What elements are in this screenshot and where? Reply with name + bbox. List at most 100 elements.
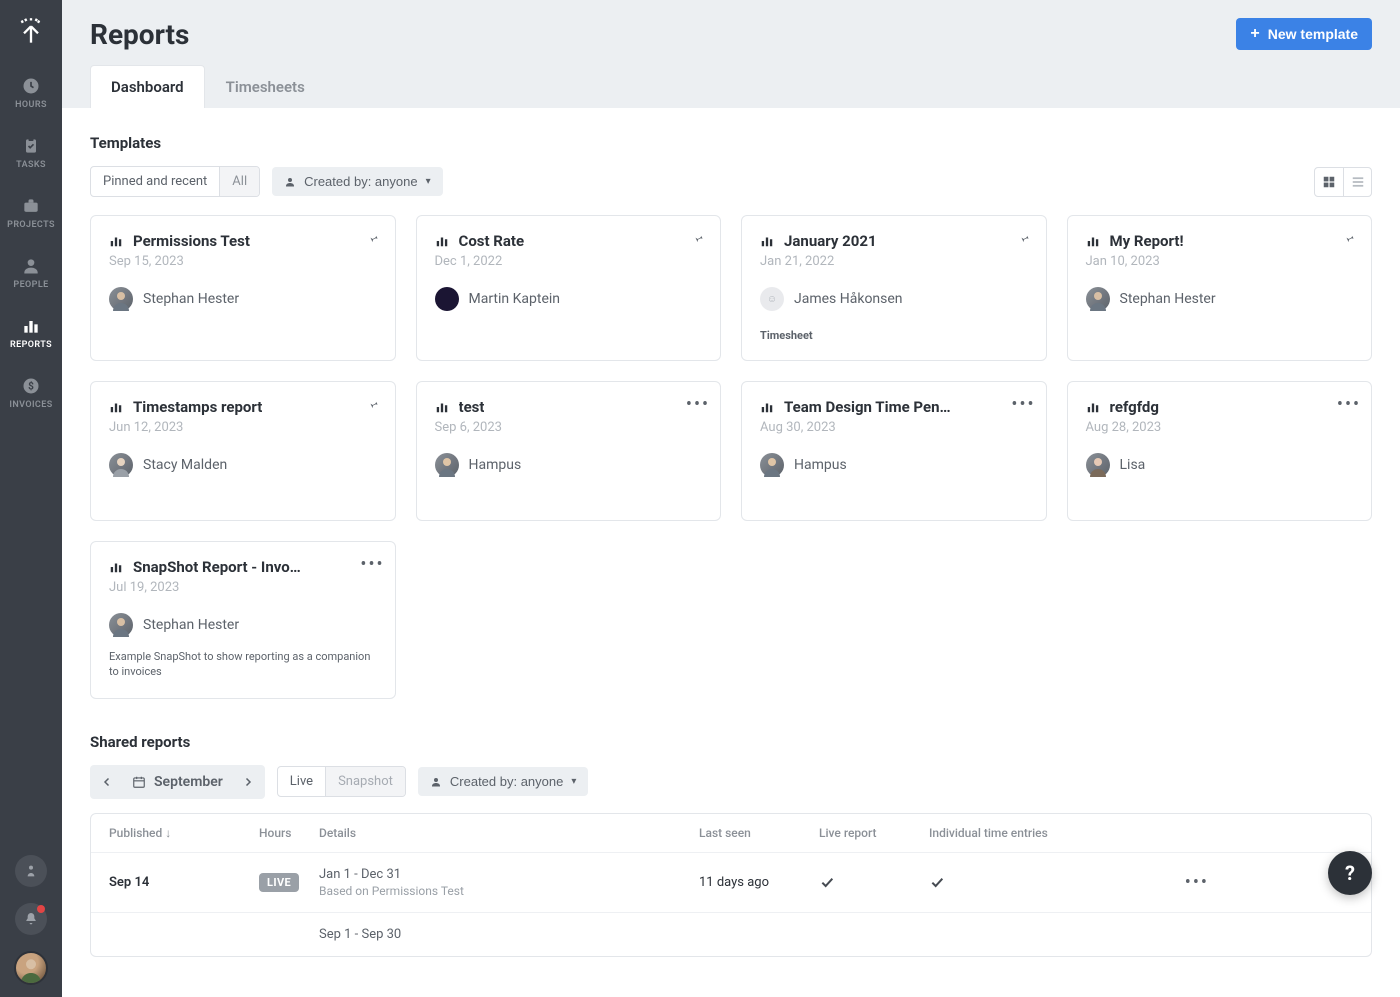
next-period-button[interactable] — [233, 767, 263, 797]
card-title: Team Design Time Pen… — [784, 398, 951, 416]
table-row[interactable]: Sep 14 LIVE Jan 1 - Dec 31 Based on Perm… — [91, 852, 1371, 912]
template-card[interactable]: ••• test Sep 6, 2023 Hampus — [416, 381, 722, 521]
assistant-icon[interactable] — [15, 855, 47, 887]
author-name: Stacy Malden — [143, 457, 227, 473]
sidebar-item-reports[interactable]: REPORTS — [0, 312, 62, 354]
logo[interactable] — [0, 0, 62, 62]
card-date: Sep 6, 2023 — [435, 420, 703, 435]
new-template-label: New template — [1268, 26, 1358, 42]
sidebar-item-label: PEOPLE — [13, 280, 48, 290]
new-template-button[interactable]: + New template — [1236, 18, 1372, 50]
card-description: Example SnapShot to show reporting as a … — [109, 649, 377, 680]
filter-snapshot[interactable]: Snapshot — [325, 767, 405, 796]
card-title: January 2021 — [784, 232, 877, 250]
template-card[interactable]: January 2021 Jan 21, 2022 ☺ James Håkons… — [741, 215, 1047, 361]
period-label[interactable]: September — [122, 774, 233, 790]
created-by-filter[interactable]: Created by: anyone ▾ — [272, 167, 443, 196]
template-card[interactable]: ••• Team Design Time Pen… Aug 30, 2023 H… — [741, 381, 1047, 521]
row-published: Sep 14 — [109, 875, 259, 890]
prev-period-button[interactable] — [92, 767, 122, 797]
col-published[interactable]: Published ↓ — [109, 826, 259, 840]
pin-icon[interactable] — [690, 230, 706, 246]
templates-section-label: Templates — [90, 134, 1372, 152]
tab-dashboard[interactable]: Dashboard — [90, 65, 205, 108]
col-individual[interactable]: Individual time entries — [929, 826, 1149, 840]
template-card[interactable]: Cost Rate Dec 1, 2022 Martin Kaptein — [416, 215, 722, 361]
author-avatar-icon — [1086, 453, 1110, 477]
check-icon — [929, 874, 1149, 890]
pin-icon[interactable] — [365, 396, 381, 412]
author-avatar-icon — [109, 613, 133, 637]
list-view-button[interactable] — [1343, 168, 1371, 196]
col-hours[interactable]: Hours — [259, 826, 319, 840]
svg-text:$: $ — [28, 379, 34, 392]
more-icon[interactable]: ••• — [1341, 396, 1357, 412]
author-name: Lisa — [1120, 457, 1146, 473]
template-card[interactable]: Timestamps report Jun 12, 2023 Stacy Mal… — [90, 381, 396, 521]
sidebar-item-label: REPORTS — [10, 340, 52, 350]
card-title: Cost Rate — [459, 232, 525, 250]
card-title: Permissions Test — [133, 232, 250, 250]
view-toggle — [1314, 167, 1372, 197]
period-navigator: September — [90, 765, 265, 799]
author-name: Stephan Hester — [143, 291, 239, 307]
card-date: Jun 12, 2023 — [109, 420, 377, 435]
sidebar: HOURS TASKS PROJECTS PEOPLE — [0, 0, 62, 997]
author-avatar-icon: ☺ — [760, 287, 784, 311]
person-icon — [21, 256, 41, 276]
grid-view-button[interactable] — [1315, 168, 1343, 196]
row-details: Jan 1 - Dec 31 — [319, 867, 699, 882]
bars-icon — [760, 400, 774, 414]
calendar-icon — [132, 775, 146, 789]
author-name: Stephan Hester — [1120, 291, 1216, 307]
live-badge: LIVE — [259, 873, 299, 892]
more-icon[interactable]: ••• — [690, 396, 706, 412]
template-card[interactable]: My Report! Jan 10, 2023 Stephan Hester — [1067, 215, 1373, 361]
template-card[interactable]: ••• SnapShot Report - Invo… Jul 19, 2023… — [90, 541, 396, 699]
author-avatar-icon — [435, 287, 459, 311]
template-card[interactable]: Permissions Test Sep 15, 2023 Stephan He… — [90, 215, 396, 361]
plus-icon: + — [1250, 27, 1259, 41]
sidebar-item-projects[interactable]: PROJECTS — [0, 192, 62, 234]
sidebar-item-people[interactable]: PEOPLE — [0, 252, 62, 294]
filter-live[interactable]: Live — [278, 767, 325, 796]
card-date: Aug 30, 2023 — [760, 420, 1028, 435]
card-title: Timestamps report — [133, 398, 262, 416]
notifications-icon[interactable] — [15, 903, 47, 935]
filter-all[interactable]: All — [219, 167, 259, 196]
col-last-seen[interactable]: Last seen — [699, 826, 819, 840]
sidebar-item-label: TASKS — [16, 160, 46, 170]
more-icon[interactable]: ••• — [365, 556, 381, 572]
shared-reports-table: Published ↓ Hours Details Last seen Live… — [90, 813, 1372, 957]
more-icon[interactable]: ••• — [1016, 396, 1032, 412]
col-details[interactable]: Details — [319, 826, 699, 840]
card-date: Sep 15, 2023 — [109, 254, 377, 269]
sidebar-item-hours[interactable]: HOURS — [0, 72, 62, 114]
user-avatar[interactable] — [14, 951, 48, 985]
pin-icon[interactable] — [1016, 230, 1032, 246]
bars-icon — [1086, 400, 1100, 414]
notification-dot-icon — [37, 905, 45, 913]
tab-timesheets[interactable]: Timesheets — [205, 65, 326, 108]
sort-desc-icon: ↓ — [165, 826, 171, 840]
caret-down-icon: ▾ — [571, 776, 576, 787]
row-more-button[interactable]: ••• — [1149, 872, 1209, 893]
col-live-report[interactable]: Live report — [819, 826, 929, 840]
template-card[interactable]: ••• refgfdg Aug 28, 2023 Lisa — [1067, 381, 1373, 521]
table-row[interactable]: Sep 1 - Sep 30 — [91, 912, 1371, 956]
pin-icon[interactable] — [1341, 230, 1357, 246]
sidebar-item-invoices[interactable]: $ INVOICES — [0, 372, 62, 414]
check-icon — [819, 874, 929, 890]
help-button[interactable]: ? — [1328, 851, 1372, 895]
card-date: Jan 21, 2022 — [760, 254, 1028, 269]
pin-icon[interactable] — [365, 230, 381, 246]
person-icon — [430, 776, 442, 788]
shared-created-by-filter[interactable]: Created by: anyone ▾ — [418, 767, 589, 796]
sidebar-item-label: PROJECTS — [7, 220, 55, 230]
author-avatar-icon — [760, 453, 784, 477]
briefcase-icon — [21, 196, 41, 216]
filter-pinned-and-recent[interactable]: Pinned and recent — [91, 167, 219, 196]
bars-icon — [109, 400, 123, 414]
sidebar-item-tasks[interactable]: TASKS — [0, 132, 62, 174]
sidebar-item-label: INVOICES — [9, 400, 52, 410]
